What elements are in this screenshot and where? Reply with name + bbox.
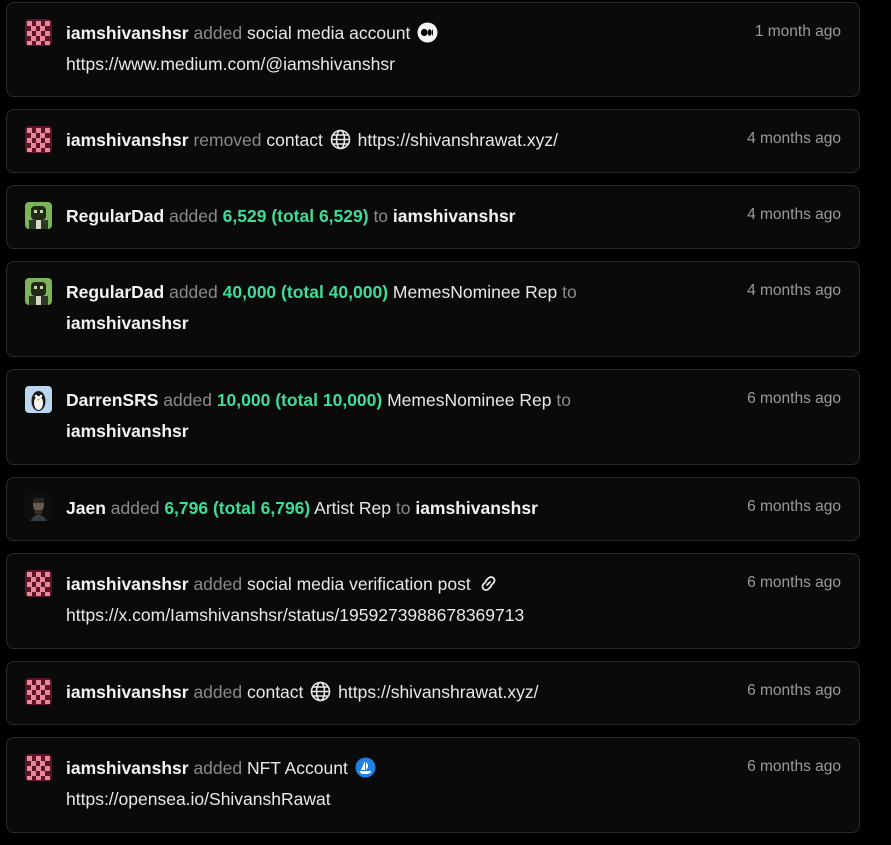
action-verb: added (163, 390, 212, 410)
action-verb: added (193, 574, 243, 594)
avatar[interactable] (25, 202, 52, 229)
avatar[interactable] (25, 386, 52, 413)
username-link[interactable]: iamshivanshsr (66, 23, 189, 43)
action-verb: added (193, 23, 243, 43)
activity-card: iamshivanshsr added social media account… (6, 2, 860, 97)
to-label: to (556, 390, 571, 410)
username-link[interactable]: iamshivanshsr (66, 130, 189, 150)
globe-icon (330, 129, 351, 150)
timestamp: 1 month ago (754, 23, 841, 40)
rep-total: (total 10,000) (275, 390, 383, 410)
target-user-link[interactable]: iamshivanshsr (66, 308, 821, 339)
activity-card: iamshivanshsr added contact https://shiv… (6, 661, 860, 725)
to-label: to (373, 206, 389, 226)
username-link[interactable]: iamshivanshsr (66, 758, 189, 778)
timestamp: 6 months ago (747, 682, 841, 699)
activity-card: Jaen added 6,796 (total 6,796) Artist Re… (6, 477, 860, 541)
username-link[interactable]: RegularDad (66, 206, 164, 226)
timestamp: 4 months ago (747, 206, 841, 223)
rep-total: (total 6,796) (212, 498, 311, 518)
activity-feed: iamshivanshsr added social media account… (0, 0, 891, 845)
action-verb: added (110, 498, 160, 518)
rep-amount: 10,000 (216, 390, 271, 410)
value-link[interactable]: https://x.com/Iamshivanshsr/status/19592… (66, 600, 821, 631)
action-verb: added (169, 206, 218, 226)
target-user-link[interactable]: iamshivanshsr (66, 416, 821, 447)
activity-card: iamshivanshsr added NFT Account https://… (6, 737, 860, 833)
rep-total: (total 40,000) (281, 282, 389, 302)
activity-card: RegularDad added 6,529 (total 6,529) to … (6, 185, 860, 249)
rep-type: MemesNominee Rep (387, 390, 552, 410)
avatar[interactable] (25, 19, 52, 46)
avatar[interactable] (25, 754, 52, 781)
avatar[interactable] (25, 570, 52, 597)
timestamp: 6 months ago (747, 498, 841, 515)
timestamp: 6 months ago (747, 758, 841, 775)
activity-card: RegularDad added 40,000 (total 40,000) M… (6, 261, 860, 357)
timestamp: 6 months ago (747, 574, 841, 591)
value-link[interactable]: https://opensea.io/ShivanshRawat (66, 784, 821, 815)
rep-amount: 6,796 (164, 498, 209, 518)
target-user-link[interactable]: iamshivanshsr (393, 206, 516, 226)
avatar[interactable] (25, 678, 52, 705)
timestamp: 4 months ago (747, 130, 841, 147)
activity-card: DarrenSRS added 10,000 (total 10,000) Me… (6, 369, 860, 465)
medium-icon (417, 22, 438, 43)
opensea-icon (355, 757, 376, 778)
value-link[interactable]: https://shivanshrawat.xyz/ (338, 682, 538, 702)
username-link[interactable]: iamshivanshsr (66, 682, 189, 702)
target-user-link[interactable]: iamshivanshsr (415, 498, 538, 518)
timestamp: 6 months ago (747, 390, 841, 407)
activity-card: iamshivanshsr added social media verific… (6, 553, 860, 649)
avatar[interactable] (25, 494, 52, 521)
to-label: to (562, 282, 577, 302)
action-verb: removed (193, 130, 262, 150)
activity-card: iamshivanshsr removed contact https://sh… (6, 109, 860, 173)
object-label: NFT Account (246, 758, 348, 778)
action-verb: added (193, 758, 243, 778)
object-label: contact (266, 130, 323, 150)
avatar[interactable] (25, 278, 52, 305)
rep-amount: 40,000 (222, 282, 277, 302)
value-link[interactable]: https://shivanshrawat.xyz/ (358, 130, 558, 150)
action-verb: added (169, 282, 218, 302)
globe-icon (310, 681, 331, 702)
object-label: social media account (246, 23, 411, 43)
rep-total: (total 6,529) (271, 206, 369, 226)
timestamp: 4 months ago (747, 282, 841, 299)
username-link[interactable]: iamshivanshsr (66, 574, 189, 594)
username-link[interactable]: RegularDad (66, 282, 164, 302)
object-label: social media verification post (246, 574, 471, 594)
link-icon (478, 573, 499, 594)
object-label: contact (246, 682, 304, 702)
action-verb: added (193, 682, 243, 702)
username-link[interactable]: Jaen (66, 498, 106, 518)
rep-type: MemesNominee Rep (392, 282, 558, 302)
username-link[interactable]: DarrenSRS (66, 390, 158, 410)
rep-amount: 6,529 (222, 206, 267, 226)
avatar[interactable] (25, 126, 52, 153)
rep-type: Artist Rep (314, 498, 391, 518)
value-link[interactable]: https://www.medium.com/@iamshivanshsr (66, 49, 821, 80)
to-label: to (395, 498, 411, 518)
